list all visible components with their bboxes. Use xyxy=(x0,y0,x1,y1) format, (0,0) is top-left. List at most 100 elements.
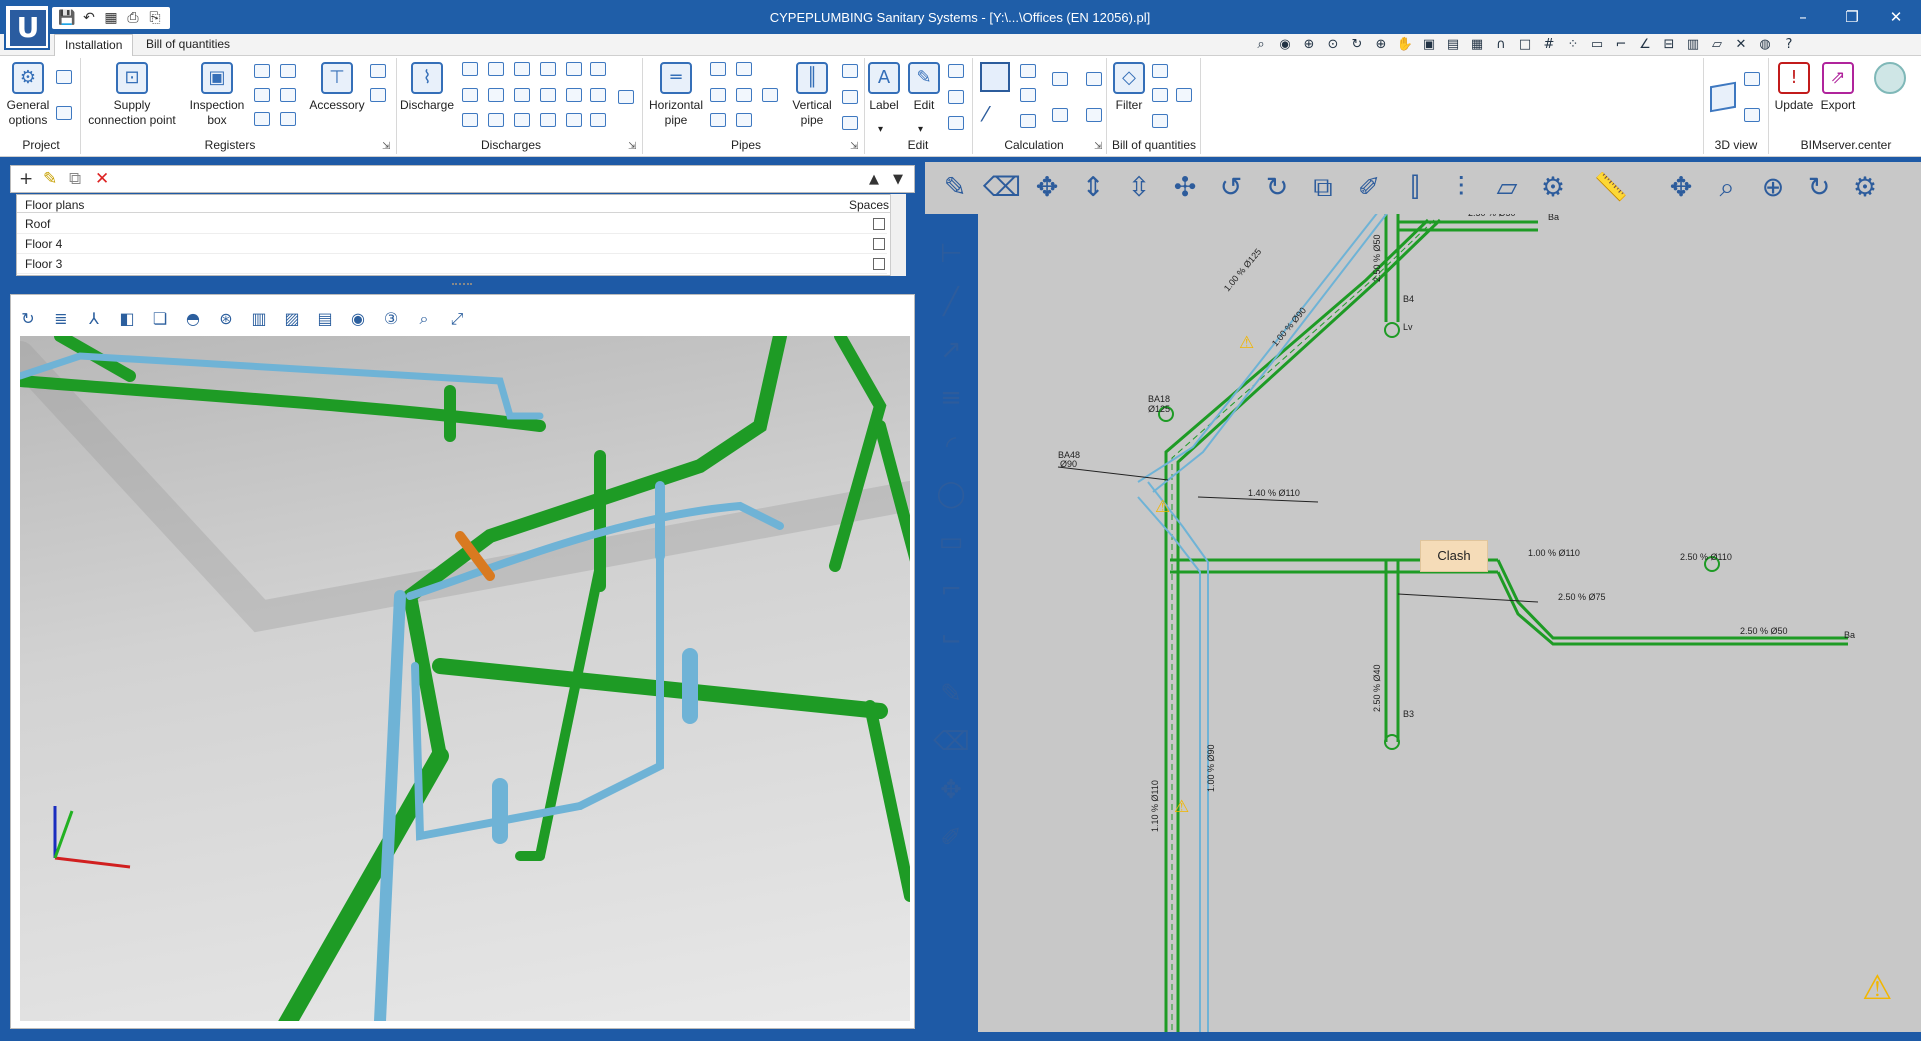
polyline-icon[interactable]: ⌐ xyxy=(933,572,969,608)
register-icon-3[interactable] xyxy=(254,88,270,102)
fixture-icon-16[interactable] xyxy=(540,113,556,127)
magic-wand-icon[interactable]: ⁄ xyxy=(984,102,987,126)
accessory-button[interactable]: ⊤ Accessory xyxy=(306,62,368,113)
paragraph-icon[interactable]: ≡ xyxy=(933,380,969,416)
zoom-previous-icon[interactable]: ◉ xyxy=(1276,36,1294,54)
crop-icon[interactable]: ⌐ xyxy=(1612,36,1630,54)
pencil-icon[interactable]: ✎ xyxy=(937,170,973,206)
table-row[interactable]: Roof xyxy=(17,214,887,234)
boq-tool-icon-1[interactable] xyxy=(1086,72,1102,86)
3d-tool-icon-2[interactable] xyxy=(1744,108,1760,122)
orbit-icon[interactable]: ◓ xyxy=(181,307,205,331)
user-avatar[interactable] xyxy=(1874,62,1906,94)
calc-tool-icon-5[interactable] xyxy=(1052,108,1068,122)
3d-rotate-icon[interactable]: ↻ xyxy=(16,307,40,331)
register-icon-4[interactable] xyxy=(280,88,296,102)
calc-tool-icon-1[interactable] xyxy=(1020,64,1036,78)
fixture-icon-9[interactable] xyxy=(514,88,530,102)
zoom-text-icon[interactable]: ⌕ xyxy=(1709,170,1745,206)
dxf-icon[interactable]: ▦ xyxy=(1468,36,1486,54)
pan-hand-icon[interactable]: ✋ xyxy=(1396,36,1414,54)
grid-icon[interactable]: # xyxy=(1540,36,1558,54)
rotate-full-icon[interactable]: ↻ xyxy=(1259,170,1295,206)
registers-launcher-icon[interactable]: ⇲ xyxy=(382,141,390,152)
settings-gear-icon[interactable]: ⚙ xyxy=(1535,170,1571,206)
fixture-icon-8[interactable] xyxy=(488,88,504,102)
splitter-handle[interactable] xyxy=(452,283,472,287)
zoom-icon[interactable]: ⌕ xyxy=(412,307,436,331)
tab-bill-of-quantities[interactable]: Bill of quantities xyxy=(136,34,240,56)
delete-icon[interactable]: ✕ xyxy=(95,169,109,189)
fixture-icon-7[interactable] xyxy=(462,88,478,102)
horizontal-pipe-button[interactable]: ═ Horizontal pipe xyxy=(646,62,706,128)
calc-tool-icon-2[interactable] xyxy=(1020,88,1036,102)
frame-icon[interactable]: □ xyxy=(1516,36,1534,54)
calc-tool-icon-4[interactable] xyxy=(1052,72,1068,86)
pipe-tool-icon-6[interactable] xyxy=(736,113,752,127)
image-icon[interactable]: ▦ xyxy=(102,9,120,27)
move-line-icon[interactable]: ⇳ xyxy=(1121,170,1157,206)
label-button[interactable]: A Label xyxy=(866,62,902,113)
undo-icon[interactable]: ↶ xyxy=(80,9,98,27)
view-settings-gear-icon[interactable]: ⚙ xyxy=(1847,170,1883,206)
plane-icon[interactable]: ▱ xyxy=(1489,170,1525,206)
boq-tool-icon-6[interactable] xyxy=(1176,88,1192,102)
rectangle-icon[interactable]: ▭ xyxy=(933,524,969,560)
fixture-icon-15[interactable] xyxy=(514,113,530,127)
fixture-icon-11[interactable] xyxy=(566,88,582,102)
fixture-icon-19[interactable] xyxy=(618,90,634,104)
rotate-icon[interactable]: ↺ xyxy=(1213,170,1249,206)
zoom-in-icon[interactable]: ⊕ xyxy=(1372,36,1390,54)
split-icon[interactable]: ⫶ xyxy=(1443,170,1479,206)
pipe-tool-icon-4[interactable] xyxy=(736,88,752,102)
register-icon-5[interactable] xyxy=(254,112,270,126)
maximize-button[interactable]: ❐ xyxy=(1832,6,1872,28)
copy-icon[interactable]: ⧉ xyxy=(1305,170,1341,206)
pipe-tool-icon-2[interactable] xyxy=(736,62,752,76)
label-dropdown-icon[interactable]: ▾ xyxy=(878,124,883,135)
vertical-pipe-button[interactable]: ║ Vertical pipe xyxy=(786,62,838,128)
visibility-eye-icon[interactable]: ◉ xyxy=(346,307,370,331)
general-options-button[interactable]: ⚙ General options xyxy=(4,62,52,128)
calculation-launcher-icon[interactable]: ⇲ xyxy=(1094,141,1102,152)
wireframe-icon[interactable]: ▤ xyxy=(313,307,337,331)
calc-tool-icon-3[interactable] xyxy=(1020,114,1036,128)
fixture-icon-5[interactable] xyxy=(566,62,582,76)
pipe-tool-icon-1[interactable] xyxy=(710,62,726,76)
spaces-checkbox[interactable] xyxy=(873,218,885,230)
fixture-icon-18[interactable] xyxy=(590,113,606,127)
circle-icon[interactable]: ◯ xyxy=(933,476,969,512)
layers-stack-icon[interactable]: ≣ xyxy=(49,307,73,331)
fixture-icon-4[interactable] xyxy=(540,62,556,76)
pencil-icon[interactable]: ✎ xyxy=(933,676,969,712)
minimize-button[interactable]: – xyxy=(1783,6,1823,28)
pipe-tool-icon-8[interactable] xyxy=(842,64,858,78)
pipe-tool-icon-7[interactable] xyxy=(762,88,778,102)
fixture-icon-6[interactable] xyxy=(590,62,606,76)
layers-icon[interactable]: ⊟ xyxy=(1660,36,1678,54)
cube-3d-icon[interactable] xyxy=(1710,81,1736,113)
ortho-icon[interactable]: ▭ xyxy=(1588,36,1606,54)
spaces-checkbox[interactable] xyxy=(873,238,885,250)
globe-icon[interactable]: ◍ xyxy=(1756,36,1774,54)
register-icon-7[interactable] xyxy=(370,64,386,78)
fixture-icon-3[interactable] xyxy=(514,62,530,76)
brush-icon[interactable]: ✐ xyxy=(1351,170,1387,206)
fixture-icon-14[interactable] xyxy=(488,113,504,127)
move-icon[interactable]: ✥ xyxy=(1029,170,1065,206)
inspection-box-button[interactable]: ▣ Inspection box xyxy=(184,62,250,128)
register-icon-1[interactable] xyxy=(254,64,270,78)
edit-button[interactable]: ✎ Edit xyxy=(906,62,942,113)
3d-viewport[interactable] xyxy=(20,336,910,1021)
cube-stack-icon[interactable]: ❏ xyxy=(148,307,172,331)
help-icon[interactable]: ? xyxy=(1780,36,1798,54)
table-row[interactable]: Floor 4 xyxy=(17,234,887,254)
register-icon-8[interactable] xyxy=(370,88,386,102)
fixture-icon-1[interactable] xyxy=(462,62,478,76)
line-icon[interactable]: ╱ xyxy=(933,284,969,320)
edit-tool-icon-3[interactable] xyxy=(948,116,964,130)
binoculars-icon[interactable]: ⌕ xyxy=(1252,36,1270,54)
move-down-icon[interactable]: ▼ xyxy=(893,172,903,187)
register-icon-2[interactable] xyxy=(280,64,296,78)
move-up-icon[interactable]: ▲ xyxy=(869,172,879,187)
